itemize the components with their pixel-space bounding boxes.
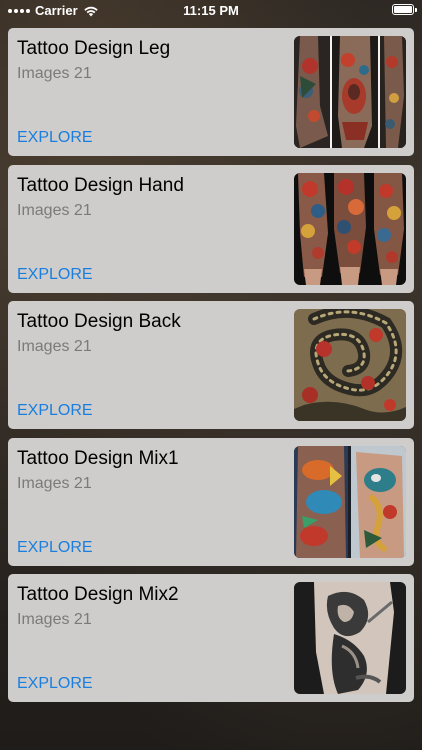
- leg-tattoo-thumbnail[interactable]: [294, 36, 406, 148]
- category-list: Tattoo Design Leg Images 21 EXPLORE Tatt…: [8, 28, 414, 711]
- status-bar: Carrier 11:15 PM: [0, 0, 422, 26]
- category-card-leg[interactable]: Tattoo Design Leg Images 21 EXPLORE: [8, 28, 414, 156]
- battery-icon: [392, 4, 417, 15]
- clock-time: 11:15 PM: [183, 3, 239, 18]
- card-image-count: Images 21: [17, 474, 92, 492]
- back-dragon-tattoo-thumbnail[interactable]: [294, 309, 406, 421]
- category-card-mix2[interactable]: Tattoo Design Mix2 Images 21 EXPLORE: [8, 574, 414, 702]
- card-title: Tattoo Design Leg: [17, 38, 171, 59]
- explore-button[interactable]: EXPLORE: [17, 129, 93, 147]
- explore-button[interactable]: EXPLORE: [17, 266, 93, 284]
- category-card-mix1[interactable]: Tattoo Design Mix1 Images 21 EXPLORE: [8, 437, 414, 566]
- samurai-forearm-tattoo-thumbnail[interactable]: [294, 582, 406, 694]
- arm-sleeve-tattoo-thumbnail[interactable]: [294, 172, 406, 285]
- koi-sleeve-tattoo-thumbnail[interactable]: [294, 445, 406, 558]
- card-title: Tattoo Design Back: [17, 311, 181, 332]
- card-title: Tattoo Design Mix2: [17, 584, 179, 605]
- card-image-count: Images 21: [17, 65, 92, 82]
- explore-button[interactable]: EXPLORE: [17, 402, 93, 420]
- card-image-count: Images 21: [17, 201, 92, 219]
- card-title: Tattoo Design Mix1: [17, 447, 179, 469]
- card-title: Tattoo Design Hand: [17, 174, 184, 196]
- card-image-count: Images 21: [17, 338, 92, 355]
- explore-button[interactable]: EXPLORE: [17, 539, 93, 557]
- category-card-back[interactable]: Tattoo Design Back Images 21 EXPLORE: [8, 301, 414, 429]
- category-card-hand[interactable]: Tattoo Design Hand Images 21 EXPLORE: [8, 164, 414, 293]
- explore-button[interactable]: EXPLORE: [17, 675, 93, 693]
- card-image-count: Images 21: [17, 611, 92, 628]
